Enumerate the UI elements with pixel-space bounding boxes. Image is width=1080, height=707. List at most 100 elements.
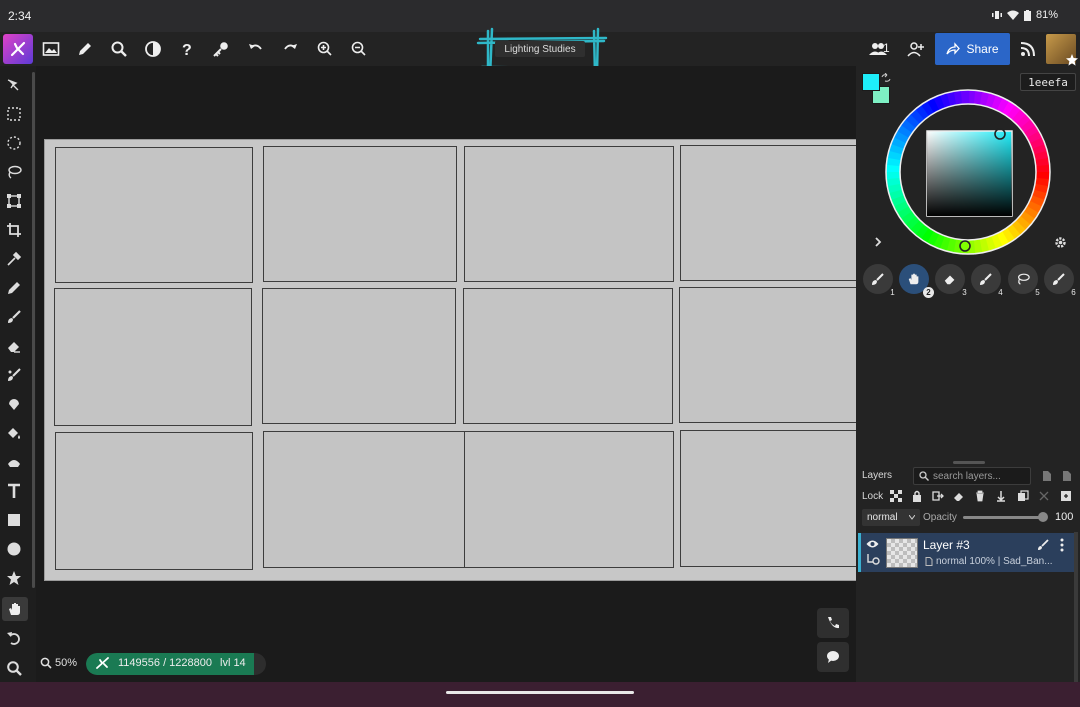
tool-gradient[interactable] xyxy=(4,452,24,472)
xp-logo-icon xyxy=(96,657,109,669)
comic-panel xyxy=(55,147,253,283)
undo-button[interactable] xyxy=(245,38,267,60)
tool-brush[interactable] xyxy=(4,307,24,327)
clear-layer-button[interactable] xyxy=(952,489,966,503)
duplicate-layer-button[interactable] xyxy=(1016,489,1030,503)
opacity-slider[interactable] xyxy=(963,516,1043,519)
status-time: 2:34 xyxy=(8,9,32,23)
brush-slot-6[interactable]: 6 xyxy=(1044,264,1076,297)
chevron-right-icon[interactable] xyxy=(873,237,883,247)
smudge-icon xyxy=(8,368,21,381)
edit-menu-button[interactable] xyxy=(74,38,96,60)
comic-panel xyxy=(262,288,456,424)
tool-crop[interactable] xyxy=(4,220,24,240)
status-icons: 81% xyxy=(991,9,1058,21)
home-gesture-pill[interactable] xyxy=(446,691,634,694)
brush-slot-4[interactable]: 4 xyxy=(971,264,1003,297)
voice-call-button[interactable] xyxy=(817,608,849,638)
canvas-document[interactable] xyxy=(44,139,856,581)
lock-transparency-button[interactable] xyxy=(889,489,903,503)
tool-rect-select[interactable] xyxy=(4,104,24,124)
tool-pen[interactable] xyxy=(4,278,24,298)
add-user-icon xyxy=(907,42,924,57)
document-name[interactable]: Lighting Studies xyxy=(495,41,585,57)
opacity-slider-handle[interactable] xyxy=(1038,512,1048,522)
layer-settings-icon[interactable] xyxy=(866,553,880,565)
share-button[interactable]: Share xyxy=(935,33,1010,65)
gear-icon[interactable] xyxy=(1054,236,1067,249)
tool-sharpen[interactable] xyxy=(4,394,24,414)
canvas-viewport[interactable] xyxy=(36,66,856,682)
lock-layer-button[interactable] xyxy=(910,489,924,503)
duplicate-file-icon xyxy=(1063,471,1071,481)
comic-panel xyxy=(55,432,253,570)
delete-layer-button[interactable] xyxy=(973,489,987,503)
chat-button[interactable] xyxy=(817,642,849,672)
brush-icon xyxy=(980,273,992,285)
tool-transform[interactable] xyxy=(4,191,24,211)
tool-ellipse-select[interactable] xyxy=(4,133,24,153)
search-button[interactable] xyxy=(108,38,130,60)
help-button[interactable]: ? xyxy=(176,38,198,60)
tool-eraser[interactable] xyxy=(4,336,24,356)
brush-icon xyxy=(1053,273,1065,285)
tool-hand[interactable] xyxy=(2,597,28,621)
comic-panel xyxy=(263,146,457,282)
brush-slot-3[interactable]: 3 xyxy=(935,264,967,297)
tool-rectangle[interactable] xyxy=(4,510,24,530)
swap-colors-icon[interactable] xyxy=(881,73,891,83)
layer-thumbnail[interactable] xyxy=(886,538,918,568)
zoom-in-button[interactable] xyxy=(314,38,336,60)
comic-panel xyxy=(679,287,856,423)
battery-percent: 81% xyxy=(1035,9,1058,21)
primary-color-swatch[interactable] xyxy=(862,73,880,91)
tool-lasso[interactable] xyxy=(4,162,24,182)
brush-slot-5[interactable]: 5 xyxy=(1008,264,1040,297)
layer-more-icon[interactable] xyxy=(1059,538,1065,552)
tool-shape[interactable] xyxy=(4,568,24,588)
hand-icon xyxy=(9,603,20,615)
tool-text[interactable] xyxy=(4,481,24,501)
zoom-indicator[interactable]: 50% xyxy=(40,657,77,669)
layer-note-button[interactable] xyxy=(1059,489,1073,503)
layers-scrollbar[interactable] xyxy=(1074,532,1078,682)
tool-eyedropper[interactable] xyxy=(4,249,24,269)
brush-slot-2[interactable]: 2 xyxy=(899,264,934,298)
merge-down-button[interactable] xyxy=(994,489,1008,503)
move-layer-button[interactable] xyxy=(931,489,945,503)
tool-ellipse[interactable] xyxy=(4,539,24,559)
clipping-mask-button[interactable] xyxy=(1037,489,1051,503)
search-layers-input[interactable]: search layers... xyxy=(913,467,1031,485)
app-logo-icon xyxy=(10,41,26,57)
pencil-icon xyxy=(79,43,91,55)
app-logo-button[interactable] xyxy=(3,34,33,64)
settings-key-button[interactable] xyxy=(210,38,232,60)
tool-zoom[interactable] xyxy=(4,658,24,678)
color-wheel[interactable] xyxy=(884,88,1052,256)
tools-scrollbar[interactable] xyxy=(32,72,35,588)
zoom-out-button[interactable] xyxy=(348,38,370,60)
online-users-count: 1 xyxy=(883,41,890,55)
layers-title: Layers xyxy=(862,470,893,481)
invite-user-button[interactable] xyxy=(905,38,927,60)
new-group-button[interactable] xyxy=(1060,469,1074,483)
search-layers-placeholder: search layers... xyxy=(933,470,1001,482)
panel-resize-handle[interactable] xyxy=(953,461,985,464)
export-icon xyxy=(932,491,944,501)
eye-icon[interactable] xyxy=(866,539,879,549)
image-menu-button[interactable] xyxy=(40,38,62,60)
new-layer-button[interactable] xyxy=(1040,469,1054,483)
gradient-icon xyxy=(8,460,20,467)
tool-move[interactable] xyxy=(4,76,24,96)
brush-slot-1[interactable]: 1 xyxy=(863,264,895,297)
xp-level: lvl 14 xyxy=(220,657,246,669)
feed-button[interactable] xyxy=(1017,38,1039,60)
redo-button[interactable] xyxy=(279,38,301,60)
chat-icon xyxy=(827,651,839,663)
tool-rotate[interactable] xyxy=(4,628,24,648)
tool-blend[interactable] xyxy=(4,365,24,385)
tool-fill[interactable] xyxy=(4,423,24,443)
filters-button[interactable] xyxy=(142,38,164,60)
blend-mode-select[interactable]: normal xyxy=(862,509,920,526)
layer-name[interactable]: Layer #3 xyxy=(923,538,970,552)
